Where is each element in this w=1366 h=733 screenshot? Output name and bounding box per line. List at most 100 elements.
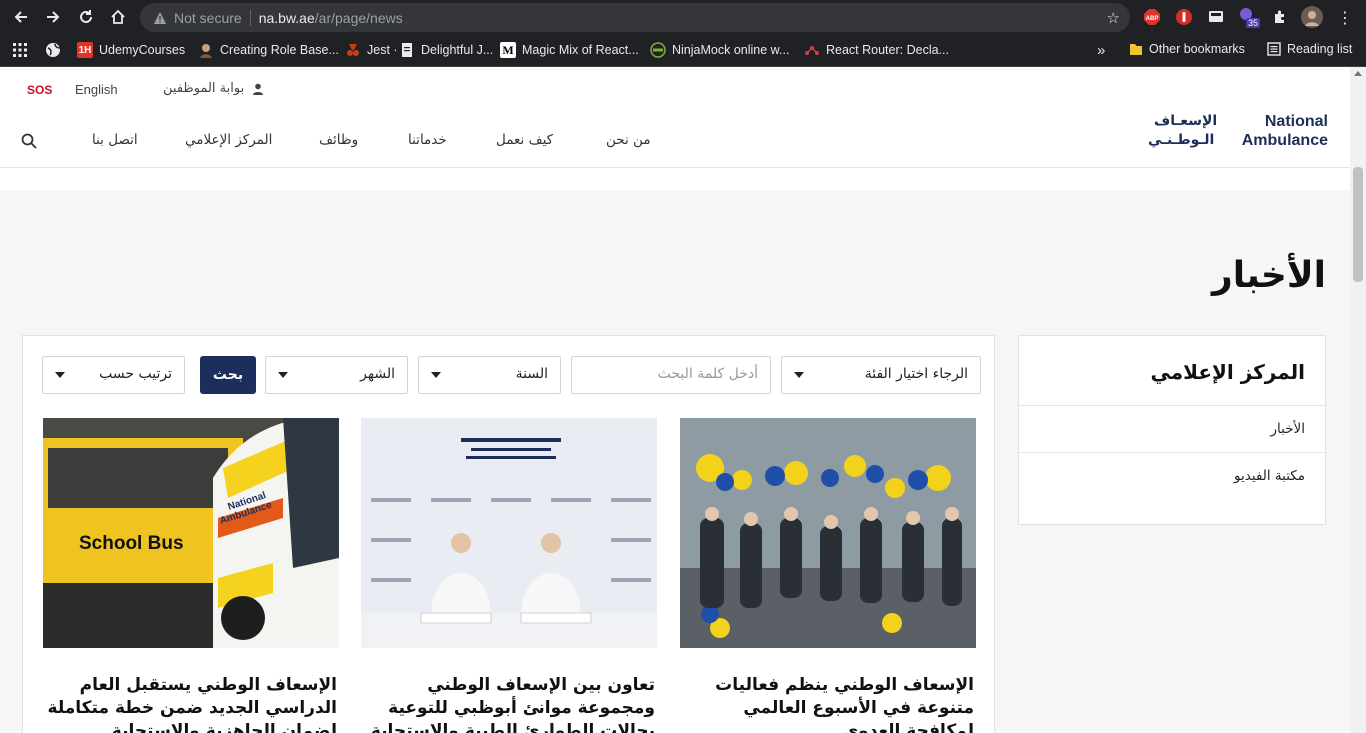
logo-text: الـوطـنـي (1148, 132, 1215, 148)
bookmark-magic-mix[interactable]: M Magic Mix of React... (500, 42, 639, 58)
search-button[interactable]: بحث (200, 356, 256, 394)
reload-button[interactable] (70, 1, 102, 33)
apps-grid-icon[interactable] (12, 42, 28, 58)
employee-portal-label: بوابة الموظفين (163, 81, 245, 96)
page-title: الأخبار (1211, 255, 1326, 296)
sidebar-item-label: الأخبار (1270, 421, 1305, 437)
document-favicon-icon (402, 43, 412, 57)
bookmark-label: NinjaMock online w... (672, 43, 790, 57)
bookmark-label: Jest · (367, 43, 398, 57)
select-value: الشهر (360, 366, 395, 382)
scrollbar-thumb[interactable] (1353, 167, 1363, 282)
jest-favicon-icon (347, 44, 359, 56)
search-icon[interactable] (21, 133, 37, 149)
sos-link[interactable]: SOS (27, 83, 52, 97)
bookmark-role-based[interactable]: Creating Role Base... (198, 42, 339, 58)
puzzle-extensions-icon[interactable] (1269, 6, 1291, 28)
badge-extension-icon[interactable]: 35 (1238, 6, 1260, 28)
reading-list-icon (1267, 42, 1281, 56)
sort-select[interactable]: ترتيب حسب (42, 356, 185, 394)
warning-icon (152, 10, 168, 26)
news-image-signing[interactable] (361, 418, 657, 648)
profile-avatar[interactable] (1301, 6, 1323, 28)
bookmark-label: Delightful J... (421, 43, 494, 57)
caret-down-icon (278, 372, 288, 378)
news-image-event[interactable] (680, 418, 976, 648)
bookmark-label: Creating Role Base... (220, 43, 339, 57)
sidebar-item-video-library[interactable]: مكتبة الفيديو (1019, 453, 1325, 500)
nav-contact[interactable]: اتصل بنا (92, 132, 138, 148)
back-button[interactable] (5, 1, 37, 33)
nav-how-we-work[interactable]: كيف نعمل (496, 132, 553, 148)
news-title[interactable]: الإسعاف الوطني ينظم فعاليات متنوعة في ال… (680, 674, 976, 733)
browser-toolbar: Not secure na.bw.ae/ar/page/news ☆ ABP 3… (0, 0, 1366, 35)
forward-button[interactable] (37, 1, 69, 33)
nav-services[interactable]: خدماتنا (408, 132, 447, 148)
select-value: الرجاء اختيار الفئة (864, 366, 968, 382)
person-favicon-icon (200, 44, 212, 58)
nav-jobs[interactable]: وظائف (319, 132, 358, 148)
home-button[interactable] (102, 1, 134, 33)
bookmark-label: Other bookmarks (1149, 42, 1245, 56)
browser-menu-icon[interactable]: ⋮ (1334, 6, 1356, 28)
news-card[interactable]: School Bus National Ambulance الإسعاف ال… (43, 418, 339, 733)
address-bar[interactable]: Not secure na.bw.ae/ar/page/news ☆ (140, 3, 1130, 32)
web-page: SOS English بوابة الموظفين اتصل بنا المر… (0, 67, 1366, 733)
bookmarks-bar: 1H UdemyCourses Creating Role Base... Je… (0, 35, 1366, 67)
nav-media-center[interactable]: المركز الإعلامي (185, 132, 272, 148)
bookmark-ninjamock[interactable]: NinjaMock online w... (650, 42, 789, 58)
logo-text: الإسعـاف (1154, 113, 1218, 129)
sidebar-item-news[interactable]: الأخبار (1019, 406, 1325, 453)
logo-text: National (1264, 113, 1328, 130)
news-card[interactable]: الإسعاف الوطني ينظم فعاليات متنوعة في ال… (680, 418, 976, 733)
category-select[interactable]: الرجاء اختيار الفئة (781, 356, 981, 394)
reload-icon (80, 10, 92, 23)
url-path: /ar/page/news (314, 9, 403, 26)
lastpass-extension-icon[interactable] (1173, 6, 1195, 28)
keyword-search-input[interactable]: أدخل كلمة البحث (571, 356, 771, 394)
security-label[interactable]: Not secure (174, 10, 242, 26)
school-bus-text: School Bus (79, 533, 184, 554)
news-card[interactable]: تعاون بين الإسعاف الوطني ومجموعة موانئ أ… (361, 418, 657, 733)
news-title[interactable]: تعاون بين الإسعاف الوطني ومجموعة موانئ أ… (361, 674, 657, 733)
bookmark-star-icon[interactable]: ☆ (1107, 9, 1120, 27)
caret-down-icon (794, 372, 804, 378)
globe-icon[interactable] (45, 42, 61, 58)
bookmark-label: Magic Mix of React... (522, 43, 639, 57)
nav-about[interactable]: من نحن (606, 132, 651, 148)
news-listing: الرجاء اختيار الفئة أدخل كلمة البحث السن… (22, 335, 995, 733)
select-value: ترتيب حسب (99, 366, 172, 382)
reading-list-button[interactable]: Reading list (1267, 42, 1352, 56)
adblock-extension-icon[interactable]: ABP (1141, 6, 1163, 28)
bookmark-label: React Router: Decla... (826, 43, 949, 57)
bookmark-delightful[interactable]: Delightful J... (399, 42, 493, 58)
bookmarks-overflow-button[interactable]: » (1097, 42, 1105, 59)
arrow-right-icon (47, 11, 60, 23)
scroll-up-icon[interactable] (1354, 71, 1362, 76)
medium-favicon-icon: M (500, 42, 516, 58)
news-title[interactable]: الإسعاف الوطني يستقبل العام الدراسي الجد… (43, 674, 339, 733)
month-select[interactable]: الشهر (265, 356, 408, 394)
bookmark-jest[interactable]: Jest · (345, 42, 398, 58)
caret-down-icon (55, 372, 65, 378)
user-icon (253, 83, 264, 95)
national-ambulance-logo[interactable]: National Ambulance الإسعـاف الـوطـنـي (1148, 113, 1328, 153)
sidebar-title: المركز الإعلامي (1150, 360, 1305, 384)
sidebar-item-label: مكتبة الفيديو (1234, 468, 1305, 484)
bookmark-react-router[interactable]: React Router: Decla... (804, 42, 949, 58)
select-value: السنة (515, 366, 548, 382)
caret-down-icon (431, 372, 441, 378)
utility-bar: SOS English بوابة الموظفين (0, 67, 1366, 113)
home-icon (111, 9, 125, 24)
page-scrollbar[interactable] (1350, 67, 1366, 733)
udemy-favicon-icon: 1H (77, 42, 93, 58)
screen-extension-icon[interactable] (1205, 6, 1227, 28)
bookmark-udemy[interactable]: 1H UdemyCourses (77, 42, 185, 58)
language-switch[interactable]: English (75, 82, 118, 97)
news-image-school-bus[interactable]: School Bus National Ambulance (43, 418, 339, 648)
employee-portal-link[interactable]: بوابة الموظفين (163, 81, 264, 96)
router-favicon-icon (805, 46, 819, 55)
year-select[interactable]: السنة (418, 356, 561, 394)
other-bookmarks-folder[interactable]: Other bookmarks (1129, 42, 1245, 56)
url-host: na.bw.ae (258, 9, 315, 26)
